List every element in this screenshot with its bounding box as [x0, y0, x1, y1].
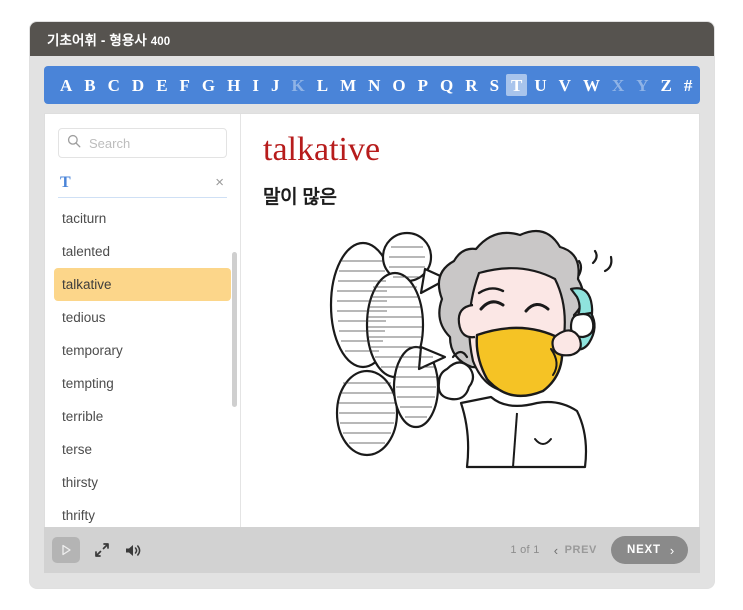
alphabet-letter-d[interactable]: D — [127, 74, 149, 96]
alphabet-letter-#[interactable]: # — [679, 74, 698, 96]
word-list-item[interactable]: talented — [54, 235, 231, 268]
letter-filter-row: T × — [58, 168, 227, 198]
fullscreen-button[interactable] — [94, 542, 110, 558]
word-list-item[interactable]: talkative — [54, 268, 231, 301]
word-detail-panel: talkative 말이 많은 — [241, 114, 699, 527]
alphabet-letter-g[interactable]: G — [197, 74, 220, 96]
word-list-item[interactable]: terrible — [54, 400, 231, 433]
alphabet-letter-m[interactable]: M — [335, 74, 361, 96]
alphabet-letter-j[interactable]: J — [266, 74, 285, 96]
alphabet-letter-u[interactable]: U — [529, 74, 551, 96]
alphabet-letter-y: Y — [631, 74, 653, 96]
page-title-number: 400 — [151, 36, 171, 48]
search-row — [45, 114, 240, 166]
prev-button[interactable]: ‹ PREV — [554, 543, 597, 558]
toolbar-right-controls: 1 of 1 ‹ PREV NEXT › — [510, 536, 688, 564]
list-scrollbar[interactable] — [232, 252, 237, 407]
clear-filter-icon[interactable]: × — [212, 173, 227, 192]
word-list-item[interactable]: thirsty — [54, 466, 231, 499]
volume-button[interactable] — [124, 543, 141, 558]
prev-button-label: PREV — [565, 544, 597, 556]
search-icon — [67, 134, 87, 153]
title-bar: 기초어휘 - 형용사 400 — [30, 22, 714, 56]
page-counter: 1 of 1 — [510, 544, 539, 556]
page-title-text: 기초어휘 - 형용사 — [47, 33, 151, 48]
word-list-item[interactable]: terse — [54, 433, 231, 466]
chevron-left-icon: ‹ — [554, 543, 559, 558]
word-illustration — [321, 217, 621, 469]
alphabet-letter-b[interactable]: B — [79, 74, 100, 96]
player-toolbar: 1 of 1 ‹ PREV NEXT › — [44, 527, 700, 573]
word-list-item[interactable]: tedious — [54, 301, 231, 334]
alphabet-letter-s[interactable]: S — [485, 74, 504, 96]
content-body: T × taciturntalentedtalkativetedioustemp… — [44, 113, 700, 527]
word-list[interactable]: taciturntalentedtalkativetedioustemporar… — [45, 198, 240, 527]
alphabet-letter-t[interactable]: T — [506, 74, 527, 96]
search-box[interactable] — [58, 128, 227, 158]
alphabet-letter-r[interactable]: R — [460, 74, 482, 96]
alphabet-letter-n[interactable]: N — [363, 74, 385, 96]
word-list-item[interactable]: taciturn — [54, 202, 231, 235]
word-list-item[interactable]: thrifty — [54, 499, 231, 527]
alphabet-letter-v[interactable]: V — [554, 74, 576, 96]
word-list-item[interactable]: temporary — [54, 334, 231, 367]
alphabet-letter-i[interactable]: I — [247, 74, 264, 96]
volume-icon — [124, 543, 141, 558]
alphabet-letter-p[interactable]: P — [413, 74, 433, 96]
alphabet-letter-c[interactable]: C — [103, 74, 125, 96]
play-button[interactable] — [52, 537, 80, 563]
next-button[interactable]: NEXT › — [611, 536, 688, 564]
alphabet-letter-a[interactable]: A — [55, 74, 77, 96]
chevron-right-icon: › — [670, 543, 675, 558]
alphabet-nav: ABCDEFGHIJKLMNOPQRSTUVWXYZ# — [44, 66, 700, 104]
word-meaning: 말이 많은 — [263, 182, 679, 209]
toolbar-left-controls — [52, 537, 141, 563]
next-button-label: NEXT — [627, 544, 661, 556]
alphabet-letter-k: K — [287, 74, 310, 96]
page-title: 기초어휘 - 형용사 400 — [47, 29, 170, 49]
word-headword: talkative — [263, 132, 679, 168]
word-sidebar: T × taciturntalentedtalkativetedioustemp… — [45, 114, 241, 527]
alphabet-bar-wrap: ABCDEFGHIJKLMNOPQRSTUVWXYZ# — [30, 56, 714, 113]
alphabet-letter-o[interactable]: O — [387, 74, 410, 96]
fullscreen-icon — [94, 542, 110, 558]
alphabet-letter-h[interactable]: H — [222, 74, 245, 96]
alphabet-letter-z[interactable]: Z — [656, 74, 677, 96]
play-icon — [61, 544, 72, 556]
alphabet-letter-f[interactable]: F — [175, 74, 195, 96]
alphabet-letter-e[interactable]: E — [151, 74, 172, 96]
alphabet-letter-w[interactable]: W — [578, 74, 605, 96]
alphabet-letter-l[interactable]: L — [312, 74, 333, 96]
letter-filter-label: T — [58, 174, 71, 192]
alphabet-letter-x: X — [607, 74, 629, 96]
word-list-item[interactable]: tempting — [54, 367, 231, 400]
app-window: 기초어휘 - 형용사 400 ABCDEFGHIJKLMNOPQRSTUVWXY… — [30, 22, 714, 588]
search-input[interactable] — [87, 135, 218, 152]
alphabet-letter-q[interactable]: Q — [435, 74, 458, 96]
